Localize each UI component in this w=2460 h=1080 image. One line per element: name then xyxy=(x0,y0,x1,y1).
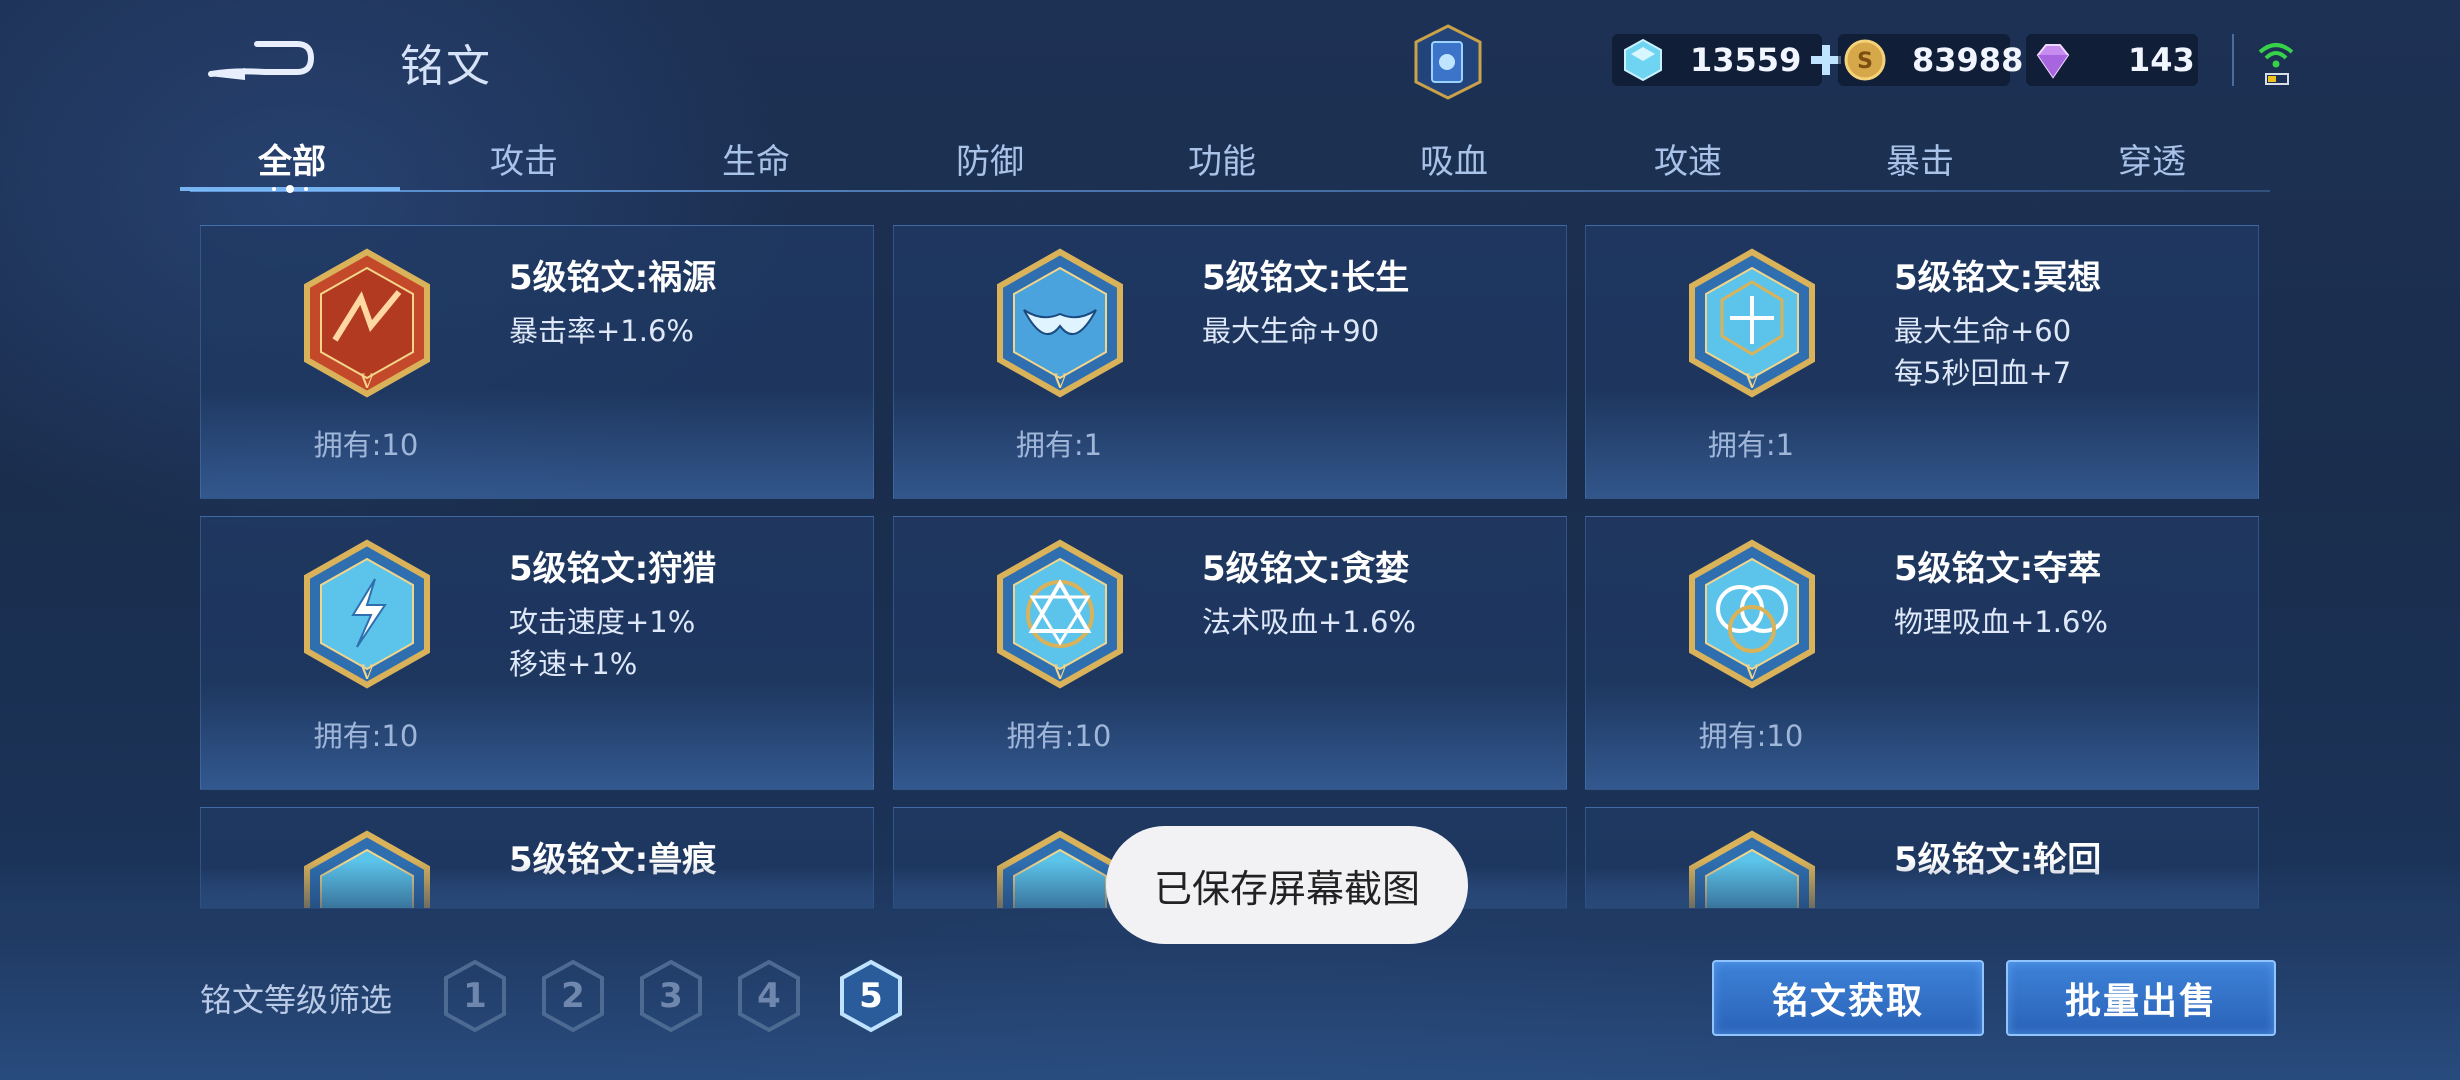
level-filter-5[interactable]: 5 xyxy=(836,958,906,1034)
gold-coin-icon: S xyxy=(1844,39,1886,81)
diamond-icon xyxy=(1624,38,1662,82)
active-tab-indicator xyxy=(180,185,400,193)
inscription-name: 5级铭文:狩猎 xyxy=(509,549,717,589)
level-filter-4[interactable]: 4 xyxy=(734,958,804,1034)
level-filter-label: 铭文等级筛选 xyxy=(200,981,393,1019)
inscription-card[interactable]: V 5级铭文:长生 最大生命+90 拥有:1 xyxy=(893,225,1567,499)
svg-text:V: V xyxy=(1052,369,1068,393)
inscription-stat: 物理吸血+1.6% xyxy=(1894,605,2108,639)
inscription-card[interactable]: V 5级铭文:祸源 暴击率+1.6% 拥有:10 xyxy=(200,225,874,499)
inscription-book-icon[interactable] xyxy=(1408,22,1488,102)
level-number: 5 xyxy=(859,976,883,1016)
diamond-balance: 13559 xyxy=(1612,34,1842,86)
inscription-changsheng-icon: V xyxy=(997,248,1123,398)
inscription-huoyuan-icon: V xyxy=(304,248,430,398)
tab-critical[interactable]: 暴击 xyxy=(1830,134,2010,183)
gem-value: 143 xyxy=(2128,41,2195,79)
inscription-stat: 移速+1% xyxy=(509,647,638,681)
owned-count: 拥有:1 xyxy=(1015,428,1103,462)
owned-count: 拥有:10 xyxy=(1006,719,1112,753)
gem-icon xyxy=(2036,44,2070,79)
inscription-card[interactable]: V 5级铭文:狩猎 攻击速度+1% 移速+1% 拥有:10 xyxy=(200,516,874,790)
svg-text:V: V xyxy=(359,660,375,684)
owned-count: 拥有:1 xyxy=(1707,428,1795,462)
category-tabs: 全部 攻击 生命 防御 功能 吸血 攻速 暴击 穿透 xyxy=(180,126,2270,196)
inscription-duocui-icon: V xyxy=(1689,539,1815,689)
inscription-tanlan-icon: V xyxy=(997,539,1123,689)
level-filter-1[interactable]: 1 xyxy=(440,958,510,1034)
owned-count: 拥有:10 xyxy=(313,428,419,462)
inscription-mingxiang-icon: V xyxy=(1689,248,1815,398)
get-inscription-button[interactable]: 铭文获取 xyxy=(1712,960,1984,1036)
gold-value: 83988 xyxy=(1912,41,2024,79)
owned-count: 拥有:10 xyxy=(313,719,419,753)
tab-health[interactable]: 生命 xyxy=(666,134,846,183)
gem-balance: 143 xyxy=(2026,34,2198,86)
inscription-stat: 法术吸血+1.6% xyxy=(1202,605,1416,639)
tab-utility[interactable]: 功能 xyxy=(1132,134,1312,183)
inscription-shoulie-icon: V xyxy=(304,539,430,689)
wifi-signal-icon xyxy=(2258,43,2294,85)
inscription-card[interactable]: V 5级铭文:贪婪 法术吸血+1.6% 拥有:10 xyxy=(893,516,1567,790)
screenshot-saved-toast: 已保存屏幕截图 xyxy=(1106,826,1468,944)
page-title: 铭文 xyxy=(400,41,492,92)
inscription-card[interactable]: V 5级铭文:夺萃 物理吸血+1.6% 拥有:10 xyxy=(1585,516,2259,790)
tab-underline xyxy=(190,190,2270,192)
bulk-sell-button[interactable]: 批量出售 xyxy=(2006,960,2276,1036)
level-number: 1 xyxy=(463,976,487,1016)
svg-text:S: S xyxy=(1857,49,1873,74)
tab-attack[interactable]: 攻击 xyxy=(434,134,614,183)
svg-text:V: V xyxy=(1052,660,1068,684)
level-number: 3 xyxy=(659,976,683,1016)
level-filter-2[interactable]: 2 xyxy=(538,958,608,1034)
svg-text:V: V xyxy=(1744,660,1760,684)
inscription-stat: 暴击率+1.6% xyxy=(509,314,694,348)
inscription-name: 5级铭文:长生 xyxy=(1202,258,1410,298)
gold-balance: S 83988 xyxy=(1838,34,2023,86)
tab-penetration[interactable]: 穿透 xyxy=(2062,134,2242,183)
inscription-card[interactable]: V 5级铭文:冥想 最大生命+60 每5秒回血+7 拥有:1 xyxy=(1585,225,2259,499)
inscription-name: 5级铭文:祸源 xyxy=(509,258,717,298)
tab-all[interactable]: 全部 xyxy=(202,134,382,183)
inscription-name: 5级铭文:夺萃 xyxy=(1894,549,2102,589)
inscription-stat: 攻击速度+1% xyxy=(509,605,696,639)
tab-attack-speed[interactable]: 攻速 xyxy=(1598,134,1778,183)
svg-text:V: V xyxy=(359,369,375,393)
level-number: 4 xyxy=(757,976,781,1016)
inscription-stat: 最大生命+90 xyxy=(1202,314,1380,348)
inscription-name: 5级铭文:贪婪 xyxy=(1202,549,1410,589)
level-number: 2 xyxy=(561,976,585,1016)
inscription-stat: 每5秒回血+7 xyxy=(1894,356,2072,390)
tab-defense[interactable]: 防御 xyxy=(900,134,1080,183)
inscription-name: 5级铭文:冥想 xyxy=(1894,258,2102,298)
inscription-stat: 最大生命+60 xyxy=(1894,314,2072,348)
diamond-value: 13559 xyxy=(1690,41,1802,79)
header-divider xyxy=(2232,34,2234,86)
tab-lifesteal[interactable]: 吸血 xyxy=(1364,134,1544,183)
back-button[interactable] xyxy=(205,28,317,88)
owned-count: 拥有:10 xyxy=(1698,719,1804,753)
svg-text:V: V xyxy=(1744,369,1760,393)
level-filter-3[interactable]: 3 xyxy=(636,958,706,1034)
